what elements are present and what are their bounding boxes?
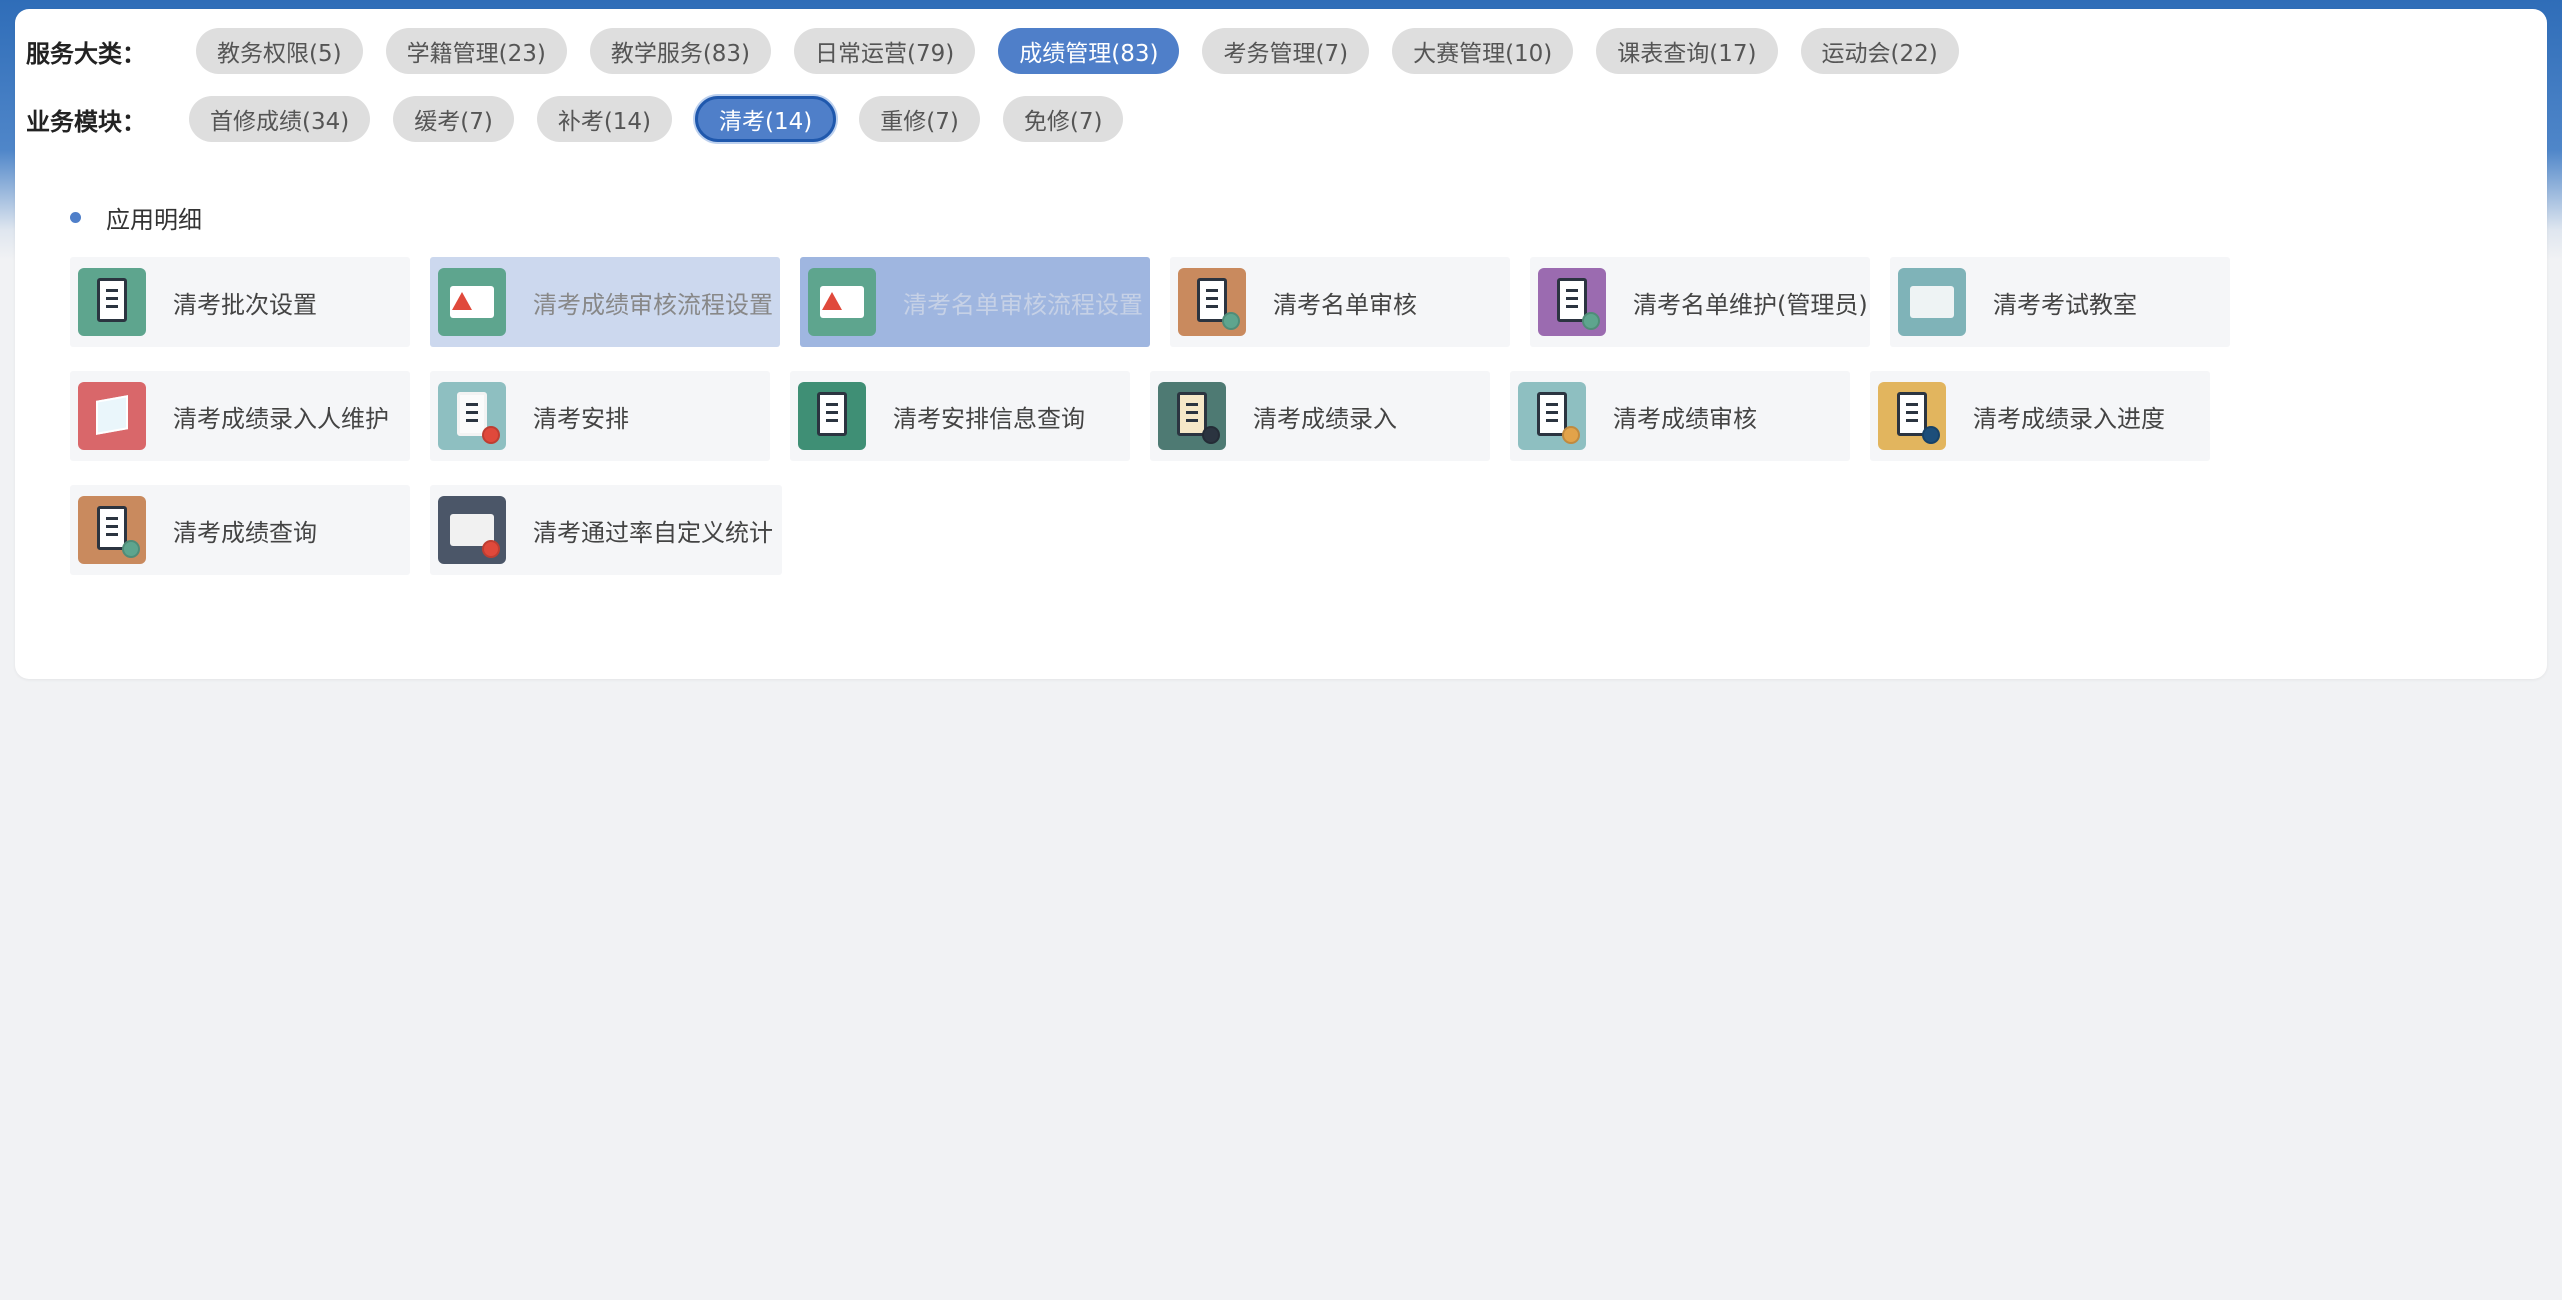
category-pill[interactable]: 日常运营(79) [794,28,976,74]
exam-paper-gear-icon [438,382,506,450]
app-card-batch-settings[interactable]: 清考批次设置 [70,257,410,347]
document-search-icon [798,382,866,450]
app-card-score-entry[interactable]: 清考成绩录入 [1150,371,1490,461]
section-title: 应用明细 [106,206,202,234]
app-card-list-maintain-admin[interactable]: 清考名单维护(管理员) [1530,257,1870,347]
category-pill[interactable]: 教务权限(5) [196,28,363,74]
module-pill[interactable]: 重修(7) [859,96,980,142]
module-pill-active[interactable]: 清考(14) [695,96,837,142]
section-header: 应用明细 [70,200,202,235]
app-card-label: 清考批次设置 [173,290,317,319]
app-card-label: 清考安排 [533,404,629,433]
cube-icon [78,382,146,450]
app-card-label: 清考成绩录入进度 [1973,404,2165,433]
module-pill[interactable]: 补考(14) [536,96,673,142]
app-card-score-query[interactable]: 清考成绩查询 [70,485,410,575]
service-category-label: 服务大类： [26,39,146,68]
module-pill[interactable]: 首修成绩(34) [189,96,371,142]
app-card-arrangement[interactable]: 清考安排 [430,371,770,461]
score-sheet-tool-icon [1158,382,1226,450]
app-card-label: 清考成绩审核 [1613,404,1757,433]
app-card-list-review[interactable]: 清考名单审核 [1170,257,1510,347]
business-module-row: 业务模块： 首修成绩(34) 缓考(7) 补考(14) 清考(14) 重修(7)… [26,94,1146,144]
category-pill[interactable]: 教学服务(83) [589,28,772,74]
category-pill-active[interactable]: 成绩管理(83) [998,28,1180,74]
clipboard-tool-icon [1538,268,1606,336]
clipboard-check-icon [78,268,146,336]
service-category-row: 服务大类： 教务权限(5) 学籍管理(23) 教学服务(83) 日常运营(79)… [26,26,1982,76]
clipboard-user-icon [1518,382,1586,450]
module-pill[interactable]: 缓考(7) [393,96,514,142]
app-card-score-entry-progress[interactable]: 清考成绩录入进度 [1870,371,2210,461]
module-pill[interactable]: 免修(7) [1002,96,1124,142]
clipboard-tool-icon [78,496,146,564]
workflow-warning-icon [808,268,876,336]
workflow-warning-icon [438,268,506,336]
app-card-label: 清考安排信息查询 [893,404,1085,433]
app-card-score-review[interactable]: 清考成绩审核 [1510,371,1850,461]
app-card-label: 清考成绩查询 [173,518,317,547]
app-card-label: 清考成绩审核流程设置 [533,290,773,319]
clipboard-pen-icon [1878,382,1946,450]
classroom-icon [1898,268,1966,336]
app-card-label: 清考通过率自定义统计 [533,518,773,547]
bullet-dot-icon [70,212,81,223]
category-pill[interactable]: 大赛管理(10) [1392,28,1574,74]
category-pill[interactable]: 运动会(22) [1800,28,1959,74]
app-card-list-review-flow[interactable]: 清考名单审核流程设置 [800,257,1150,347]
category-pill[interactable]: 考务管理(7) [1202,28,1370,74]
app-card-score-entry-person[interactable]: 清考成绩录入人维护 [70,371,410,461]
statistics-icon [438,496,506,564]
app-card-label: 清考考试教室 [1993,290,2137,319]
app-card-label: 清考名单维护(管理员) [1633,290,1868,319]
app-card-label: 清考名单审核 [1273,290,1417,319]
clipboard-tool-icon [1178,268,1246,336]
app-card-label: 清考成绩录入 [1253,404,1397,433]
app-card-label: 清考成绩录入人维护 [173,404,389,433]
category-pill[interactable]: 课表查询(17) [1596,28,1778,74]
business-module-label: 业务模块： [26,107,146,136]
app-card-score-review-flow[interactable]: 清考成绩审核流程设置 [430,257,780,347]
app-card-exam-classroom[interactable]: 清考考试教室 [1890,257,2230,347]
app-card-label: 清考名单审核流程设置 [903,290,1143,319]
app-card-arrangement-query[interactable]: 清考安排信息查询 [790,371,1130,461]
category-pill[interactable]: 学籍管理(23) [385,28,567,74]
app-card-pass-rate-statistics[interactable]: 清考通过率自定义统计 [430,485,782,575]
